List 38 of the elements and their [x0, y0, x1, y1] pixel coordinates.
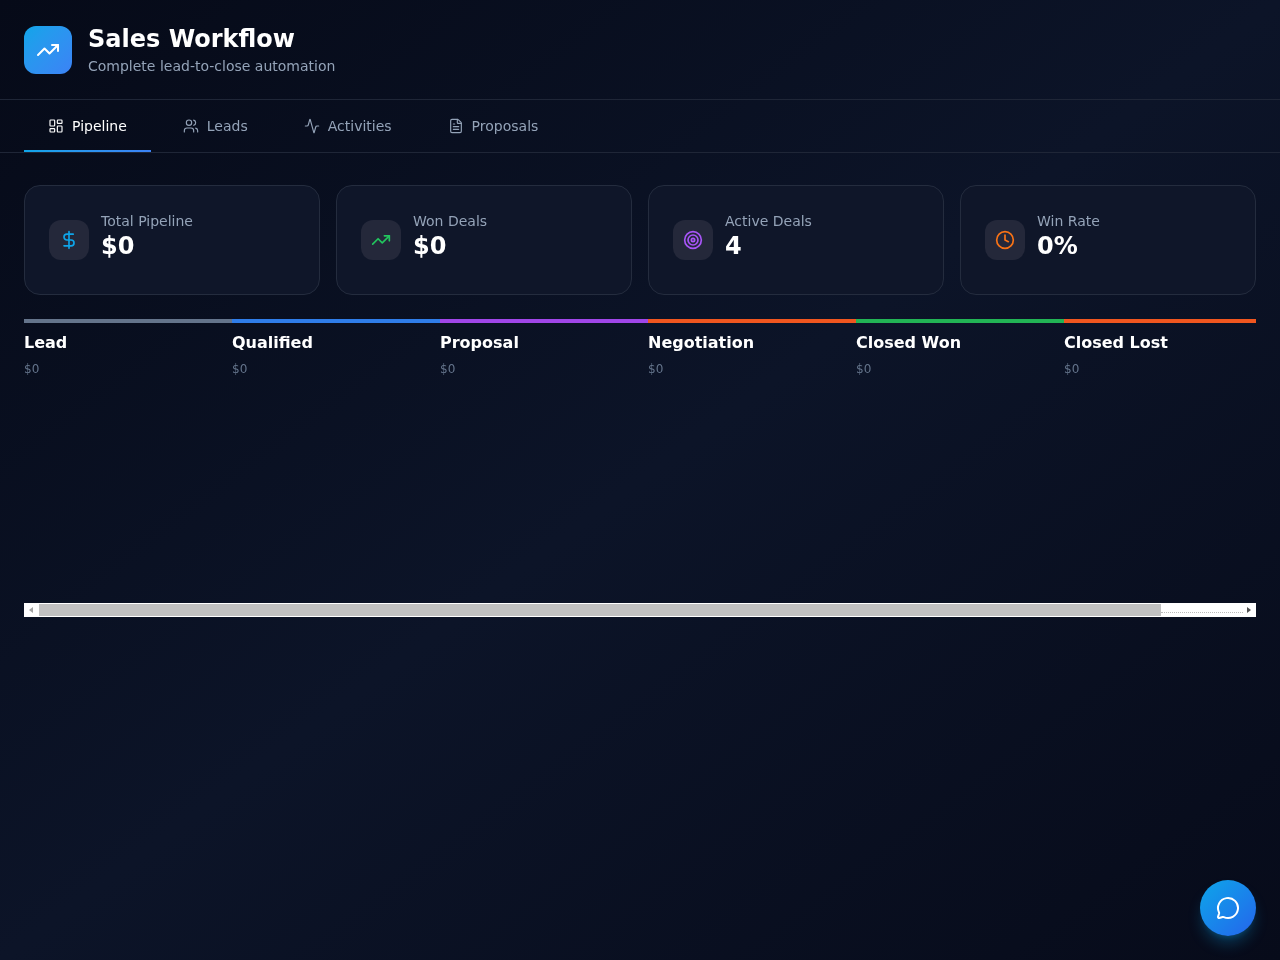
stat-value: $0 [101, 231, 136, 261]
tab[interactable]: Proposals [423, 100, 563, 152]
dollar-icon [49, 220, 89, 260]
stat-label: Won Deals [413, 212, 488, 231]
tab[interactable]: Leads [158, 100, 272, 152]
stage-amount: $0 [440, 361, 456, 377]
stage-amount: $0 [1064, 361, 1080, 377]
stage-amount: $0 [24, 361, 40, 377]
stat-value: $0 [413, 231, 448, 261]
stat-label: Win Rate [1037, 212, 1100, 231]
stat-label: Total Pipeline [101, 212, 193, 231]
clock-icon [985, 220, 1025, 260]
stage-amount: $0 [648, 361, 664, 377]
app-title: Sales Workflow [88, 23, 296, 54]
logo-icon [24, 25, 72, 74]
tab[interactable]: Pipeline [24, 100, 151, 152]
users-icon [182, 118, 199, 134]
tab[interactable]: Activities [279, 100, 416, 152]
stage-title: Lead [24, 332, 68, 354]
stage-title: Closed Lost [1064, 332, 1168, 354]
grid-icon [48, 118, 64, 134]
document-icon [447, 118, 464, 134]
chat-bubble-icon [1216, 896, 1240, 920]
trending-up-icon [361, 220, 401, 260]
stage-amount: $0 [856, 361, 872, 377]
stat-label: Active Deals [725, 212, 812, 231]
pulse-icon [303, 118, 320, 134]
app-subtitle: Complete lead-to-close automation [88, 56, 336, 76]
target-icon [673, 220, 713, 260]
stage-title: Qualified [232, 332, 313, 354]
chat-button[interactable] [1200, 880, 1256, 936]
stage-amount: $0 [232, 361, 248, 377]
stat-value: 0% [1037, 231, 1079, 261]
stat-value: 4 [725, 231, 743, 261]
stage-title: Closed Won [856, 332, 962, 354]
stage-title: Proposal [440, 332, 519, 354]
horizontal-scrollbar[interactable] [24, 603, 1256, 617]
stage-title: Negotiation [648, 332, 755, 354]
